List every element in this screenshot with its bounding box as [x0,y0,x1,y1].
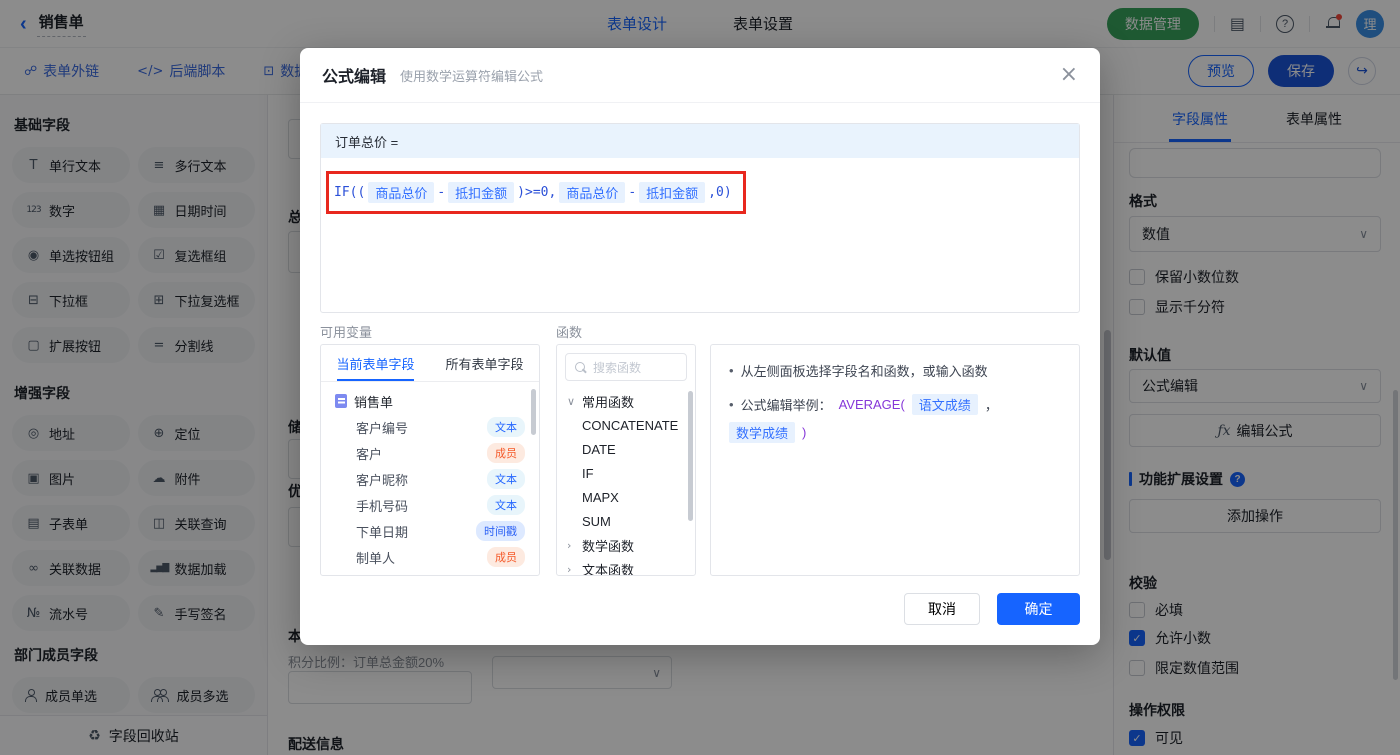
variable-row[interactable]: 制单人 成员 [321,544,539,570]
variables-tabs: 当前表单字段 所有表单字段 [321,345,539,382]
formula-editor-modal: 公式编辑 使用数学运算符编辑公式 × 订单总价 = IF(( 商品总价 - 抵扣… [300,48,1100,645]
variable-row[interactable]: 客户昵称 文本 [321,466,539,492]
tab-all-form-fields[interactable]: 所有表单字段 [430,345,539,381]
functions-tree: ∨ 常用函数 CONCATENATE DATE IF MAPX SUM › 数学… [557,389,695,576]
chevron-right-icon: › [567,538,572,552]
function-item[interactable]: IF [557,461,695,485]
bullet: • [729,397,734,412]
function-search-input[interactable]: 搜索函数 [565,353,687,381]
chevron-down-icon: ∨ [567,394,576,408]
field-chip: 数学成绩 [729,422,796,443]
type-badge: 时间戳 [476,521,525,541]
formula-tips-panel: • 从左侧面板选择字段名和函数，或输入函数 • 公式编辑举例： AVERAGE(… [710,344,1080,576]
function-item[interactable]: MAPX [557,485,695,509]
formula-expression: IF(( 商品总价 - 抵扣金额 )>=0, 商品总价 - 抵扣金额 ,0) [334,182,732,203]
formula-text: )>=0, [517,185,557,200]
example-function-name: AVERAGE( [838,397,905,412]
function-group-math[interactable]: › 数学函数 [557,533,695,557]
variable-row[interactable]: 客户编号 文本 [321,414,539,440]
modal-title: 公式编辑 [322,69,387,86]
formula-operator: - [628,185,637,200]
type-badge: 成员 [487,443,525,463]
example-close-paren: ) [802,425,807,440]
field-chip[interactable]: 商品总价 [559,182,626,203]
field-chip: 语文成绩 [911,394,978,415]
field-chip[interactable]: 抵扣金额 [639,182,706,203]
functions-label: 函数 [556,325,583,340]
field-chip[interactable]: 商品总价 [368,182,435,203]
document-icon [335,394,347,408]
modal-header: 公式编辑 使用数学运算符编辑公式 × [300,48,1100,103]
modal-footer: 取消 确定 [904,593,1080,625]
tip-example-line: • 公式编辑举例： AVERAGE( 语文成绩 ， 数学成绩 ) [729,394,1061,443]
tip-line: • 从左侧面板选择字段名和函数，或输入函数 [729,363,988,379]
function-item[interactable]: SUM [557,509,695,533]
variables-label: 可用变量 [320,325,373,340]
formula-text: ,0) [708,185,732,200]
type-badge: 文本 [487,417,525,437]
formula-target: 订单总价 = [321,124,1079,158]
type-badge: 成员 [487,547,525,567]
function-item[interactable]: CONCATENATE [557,413,695,437]
formula-editor-box: 订单总价 = IF(( 商品总价 - 抵扣金额 )>=0, 商品总价 - 抵扣金… [320,123,1080,313]
search-placeholder: 搜索函数 [593,360,642,375]
modal-subtitle: 使用数学运算符编辑公式 [400,68,544,84]
variable-row[interactable]: 下单日期 时间戳 [321,518,539,544]
variables-panel: 当前表单字段 所有表单字段 销售单 客户编号 文本 客户 成员 客户昵称 文本 … [320,344,540,576]
formula-input-area[interactable]: IF(( 商品总价 - 抵扣金额 )>=0, 商品总价 - 抵扣金额 ,0) [321,158,1079,312]
confirm-button[interactable]: 确定 [997,593,1080,625]
formula-operator: - [437,185,446,200]
chevron-right-icon: › [567,562,572,576]
tab-current-form-fields[interactable]: 当前表单字段 [321,345,430,381]
cancel-button[interactable]: 取消 [904,593,980,625]
tree-root-form[interactable]: 销售单 [321,388,539,414]
type-badge: 文本 [487,469,525,489]
functions-scrollbar[interactable] [688,391,693,521]
search-icon [574,361,587,374]
function-item[interactable]: DATE [557,437,695,461]
type-badge: 文本 [487,495,525,515]
variable-row[interactable]: 客户 成员 [321,440,539,466]
example-comma: ， [984,398,998,413]
close-icon[interactable]: × [1060,64,1078,86]
variables-scrollbar[interactable] [531,389,536,435]
bullet: • [729,363,734,378]
functions-panel: 搜索函数 ∨ 常用函数 CONCATENATE DATE IF MAPX SUM… [556,344,696,576]
function-group-text[interactable]: › 文本函数 [557,557,695,576]
formula-text: IF(( [334,185,366,200]
variables-tree: 销售单 客户编号 文本 客户 成员 客户昵称 文本 手机号码 文本 下单日期 时… [321,382,539,575]
variable-row[interactable]: 手机号码 文本 [321,492,539,518]
function-group-common[interactable]: ∨ 常用函数 [557,389,695,413]
form-designer-app: ‹ 销售单 表单设计 表单设置 数据管理 ▤ ? 理 ☍ 表单外链 </> 后端脚本… [0,0,1400,755]
field-chip[interactable]: 抵扣金额 [448,182,515,203]
